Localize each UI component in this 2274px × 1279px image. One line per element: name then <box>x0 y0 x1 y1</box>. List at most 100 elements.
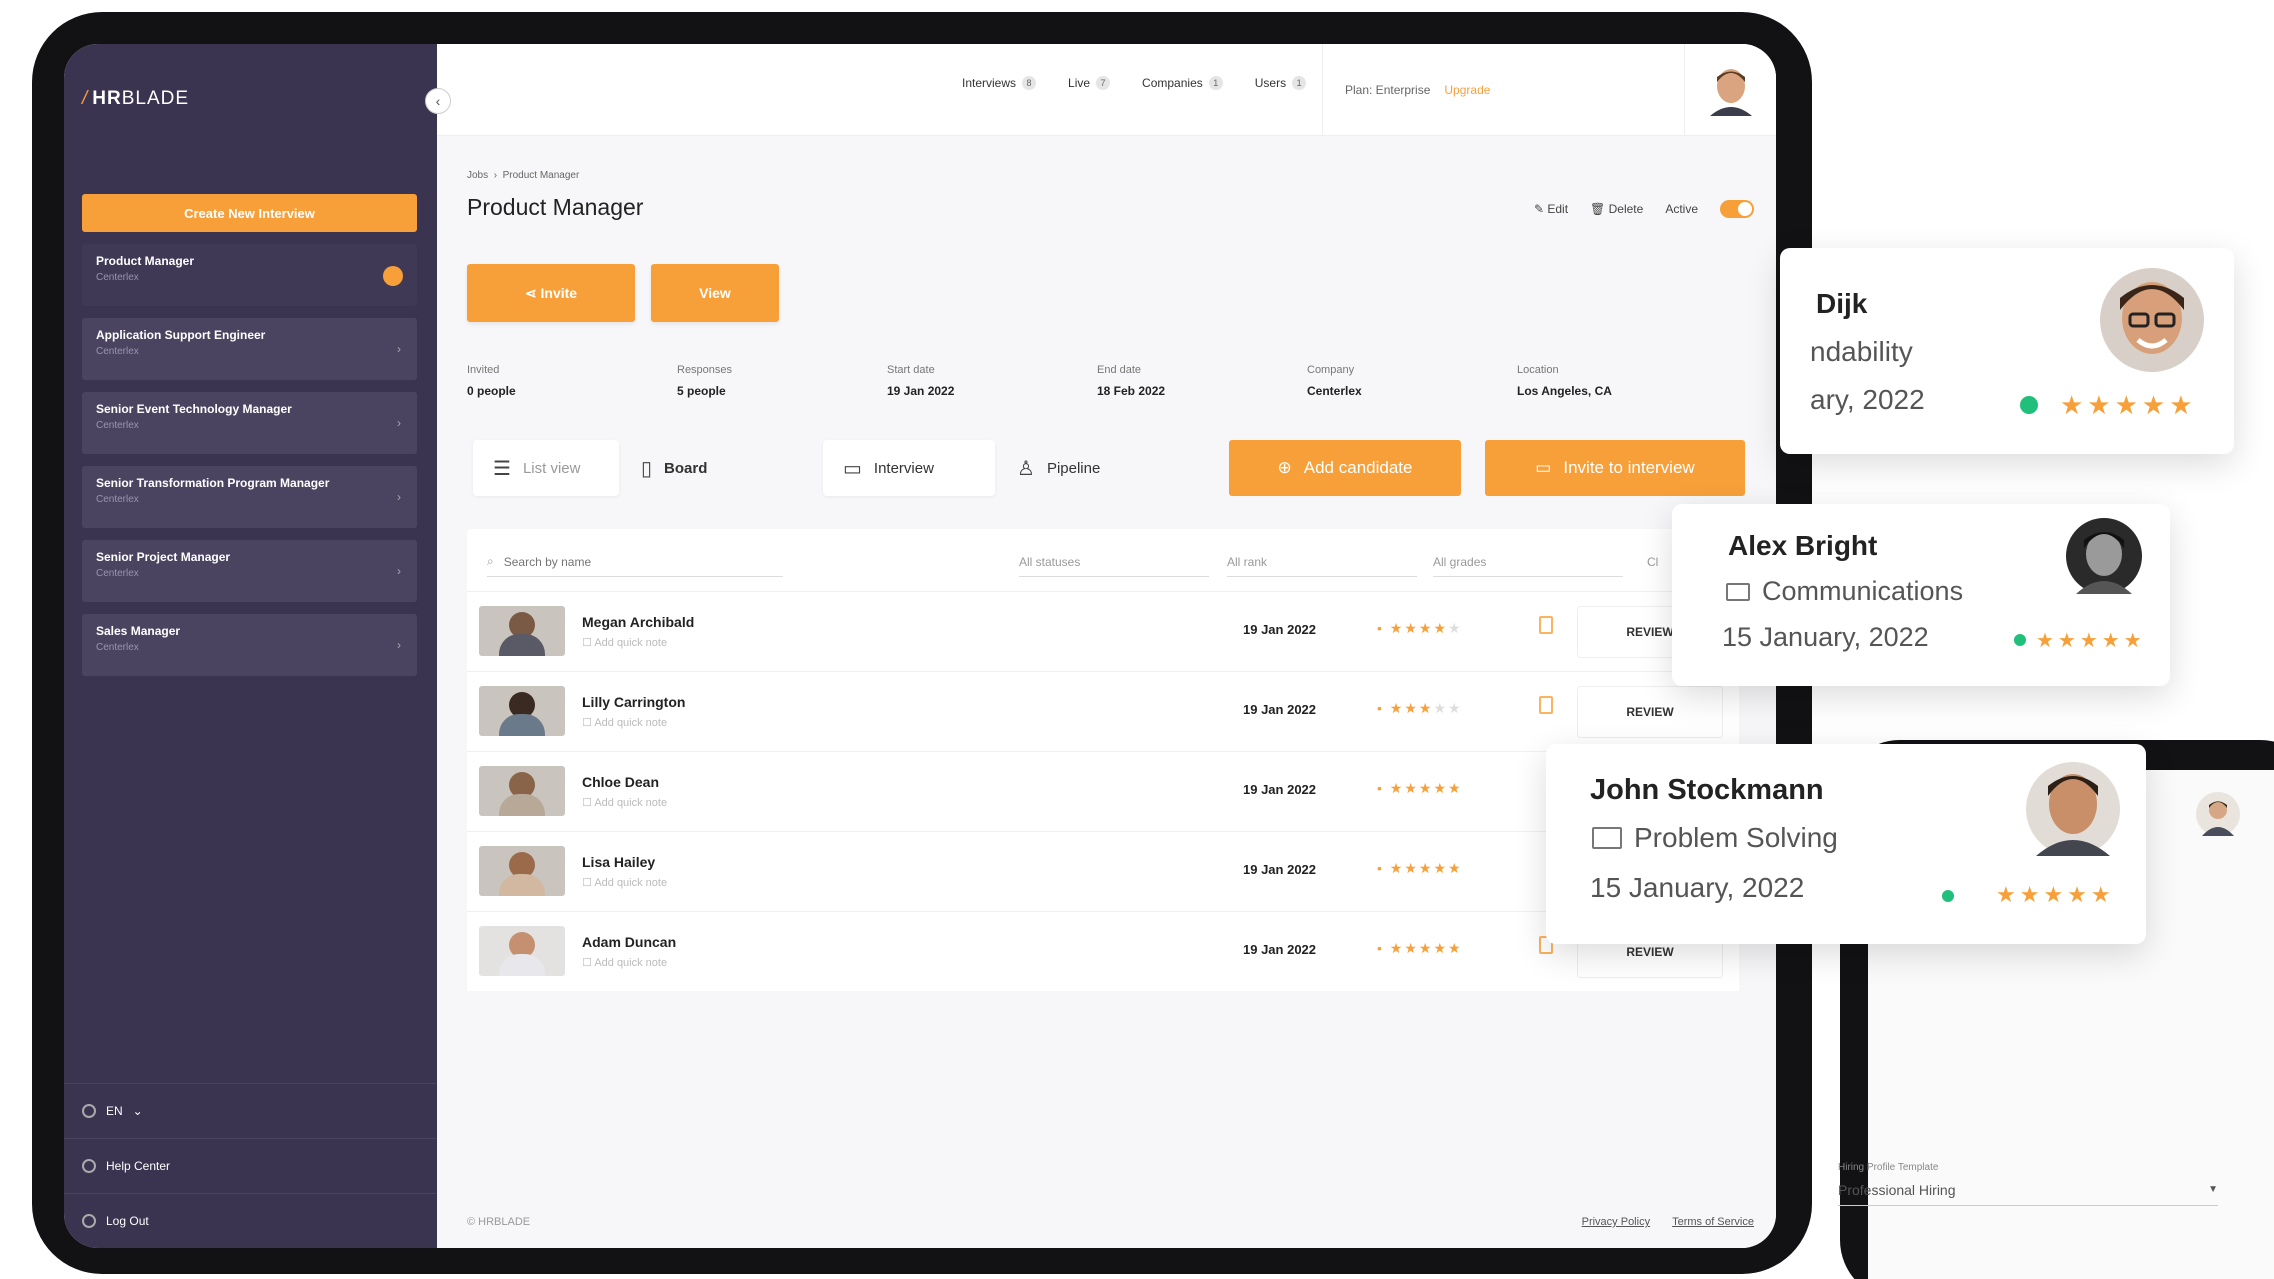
star-rating[interactable]: • ★★★★★ <box>1377 700 1463 717</box>
candidate-card-alex-bright[interactable]: Alex Bright Communications 15 January, 2… <box>1672 504 2170 686</box>
candidate-name[interactable]: Lisa Hailey <box>582 854 655 870</box>
job-item-senior-event-technology-manager[interactable]: Senior Event Technology Manager Centerle… <box>82 392 417 454</box>
stat-end-date: End date 18 Feb 2022 <box>1097 364 1166 398</box>
plus-circle-icon: ⊕ <box>1277 458 1292 477</box>
tab-board[interactable]: ▯ Board <box>641 440 707 496</box>
video-icon: ▭ <box>1535 458 1552 477</box>
main-area: Interviews 8 Live 7 Companies 1 Users 1 Plan… <box>437 44 1776 1248</box>
candidate-name[interactable]: Lilly Carrington <box>582 694 685 710</box>
sidebar: / HRBLADE Create New Interview Product Ma… <box>64 44 437 1248</box>
user-avatar[interactable] <box>1684 44 1776 136</box>
chevron-right-icon: › <box>397 564 401 578</box>
quick-note[interactable]: ☐ Add quick note <box>582 716 667 729</box>
trash-icon[interactable] <box>1539 696 1553 714</box>
globe-icon <box>82 1104 96 1118</box>
candidate-card-john-stockmann[interactable]: John Stockmann Problem Solving 15 Januar… <box>1546 744 2146 944</box>
table-row[interactable]: Lilly Carrington ☐ Add quick note 19 Jan… <box>467 671 1739 751</box>
invite-button[interactable]: ⋖ Invite <box>467 264 635 322</box>
status-dot <box>2014 634 2026 646</box>
edit-button[interactable]: ✎ Edit <box>1534 202 1568 216</box>
stage: Hiring Profile Template Professional Hir… <box>0 0 2274 1279</box>
search-box: ⌕ <box>487 547 783 577</box>
candidate-thumbnail[interactable] <box>479 606 565 656</box>
candidate-thumbnail[interactable] <box>479 686 565 736</box>
logout-link[interactable]: Log Out <box>64 1193 437 1248</box>
search-input[interactable] <box>503 554 744 569</box>
nav-interviews[interactable]: Interviews 8 <box>962 76 1037 90</box>
help-center-link[interactable]: Help Center <box>64 1138 437 1193</box>
collapse-sidebar-icon[interactable]: ‹ <box>425 88 451 114</box>
nav-users[interactable]: Users 1 <box>1255 76 1307 90</box>
terms-link[interactable]: Terms of Service <box>1672 1216 1754 1228</box>
candidate-name[interactable]: Adam Duncan <box>582 934 676 950</box>
status-dot <box>1942 890 1954 902</box>
page-title: Product Manager <box>467 194 644 220</box>
active-toggle[interactable] <box>1720 200 1754 218</box>
profile-template-select[interactable]: Professional Hiring ▼ <box>1838 1182 2218 1206</box>
nav-companies[interactable]: Companies 1 <box>1142 76 1223 90</box>
quick-note[interactable]: ☐ Add quick note <box>582 796 667 809</box>
card-name: Alex Bright <box>1728 530 1878 561</box>
candidate-date: 19 Jan 2022 <box>1243 702 1317 717</box>
card-skill: Problem Solving <box>1592 822 1838 854</box>
job-item-application-support-engineer[interactable]: Application Support Engineer Centerlex › <box>82 318 417 380</box>
chat-icon <box>1726 582 1750 601</box>
tab-interview[interactable]: ▭ Interview <box>823 440 995 496</box>
chevron-down-icon: ⌄ <box>132 1104 143 1118</box>
review-button[interactable]: REVIEW <box>1577 686 1723 738</box>
privacy-link[interactable]: Privacy Policy <box>1582 1216 1650 1228</box>
rank-filter[interactable]: All rank <box>1227 547 1417 577</box>
star-rating[interactable]: • ★★★★★ <box>1377 620 1463 637</box>
candidate-date: 19 Jan 2022 <box>1243 622 1317 637</box>
candidate-date: 19 Jan 2022 <box>1243 862 1317 877</box>
table-row[interactable]: Megan Archibald ☐ Add quick note 19 Jan … <box>467 591 1739 671</box>
status-dot <box>2020 396 2038 414</box>
upgrade-link[interactable]: Upgrade <box>1444 83 1490 97</box>
breadcrumb-jobs[interactable]: Jobs <box>467 170 488 181</box>
quick-note[interactable]: ☐ Add quick note <box>582 876 667 889</box>
candidate-thumbnail[interactable] <box>479 766 565 816</box>
language-selector[interactable]: EN ⌄ <box>64 1083 437 1138</box>
candidate-thumbnail[interactable] <box>479 926 565 976</box>
plan-label: Plan: Enterprise <box>1345 83 1431 97</box>
candidate-name[interactable]: Megan Archibald <box>582 614 694 630</box>
status-filter[interactable]: All statuses <box>1019 547 1209 577</box>
chevron-right-icon: › <box>397 638 401 652</box>
star-rating[interactable]: • ★★★★★ <box>1377 940 1463 957</box>
trash-icon: 🗑 <box>1590 202 1606 216</box>
job-item-product-manager[interactable]: Product Manager Centerlex <box>82 244 417 306</box>
stat-invited: Invited 0 people <box>467 364 516 398</box>
profile-template-label: Hiring Profile Template <box>1838 1162 1939 1173</box>
stat-start-date: Start date 19 Jan 2022 <box>887 364 955 398</box>
candidate-card-dijk[interactable]: Dijk ndability ary, 2022 ★★★★★ <box>1780 248 2234 454</box>
stat-location: Location Los Angeles, CA <box>1517 364 1612 398</box>
tab-pipeline[interactable]: ♙ Pipeline <box>1017 440 1100 496</box>
top-nav: Interviews 8 Live 7 Companies 1 Users 1 <box>962 76 1307 90</box>
secondary-avatar <box>2196 792 2240 836</box>
chevron-right-icon: › <box>397 490 401 504</box>
job-item-senior-transformation-program-manager[interactable]: Senior Transformation Program Manager Ce… <box>82 466 417 528</box>
candidate-thumbnail[interactable] <box>479 846 565 896</box>
invite-to-interview-button[interactable]: ▭ Invite to interview <box>1485 440 1745 496</box>
copyright: © HRBLADE <box>467 1216 531 1228</box>
add-candidate-button[interactable]: ⊕ Add candidate <box>1229 440 1461 496</box>
star-rating[interactable]: • ★★★★★ <box>1377 780 1463 797</box>
tab-list-view[interactable]: ☰ List view <box>473 440 619 496</box>
quick-note[interactable]: ☐ Add quick note <box>582 636 667 649</box>
create-interview-button[interactable]: Create New Interview <box>82 194 417 232</box>
delete-button[interactable]: 🗑 Delete <box>1590 202 1643 216</box>
card-avatar <box>2066 518 2142 594</box>
job-item-senior-project-manager[interactable]: Senior Project Manager Centerlex › <box>82 540 417 602</box>
breadcrumb-current: Product Manager <box>502 170 580 181</box>
trash-icon[interactable] <box>1539 616 1553 634</box>
view-button[interactable]: View <box>651 264 779 322</box>
video-icon: ▭ <box>843 457 862 480</box>
card-avatar <box>2026 762 2120 856</box>
board-icon: ▯ <box>641 457 653 480</box>
candidate-name[interactable]: Chloe Dean <box>582 774 659 790</box>
star-rating[interactable]: • ★★★★★ <box>1377 860 1463 877</box>
nav-live[interactable]: Live 7 <box>1068 76 1111 90</box>
quick-note[interactable]: ☐ Add quick note <box>582 956 667 969</box>
grade-filter[interactable]: All grades <box>1433 547 1623 577</box>
job-item-sales-manager[interactable]: Sales Manager Centerlex › <box>82 614 417 676</box>
